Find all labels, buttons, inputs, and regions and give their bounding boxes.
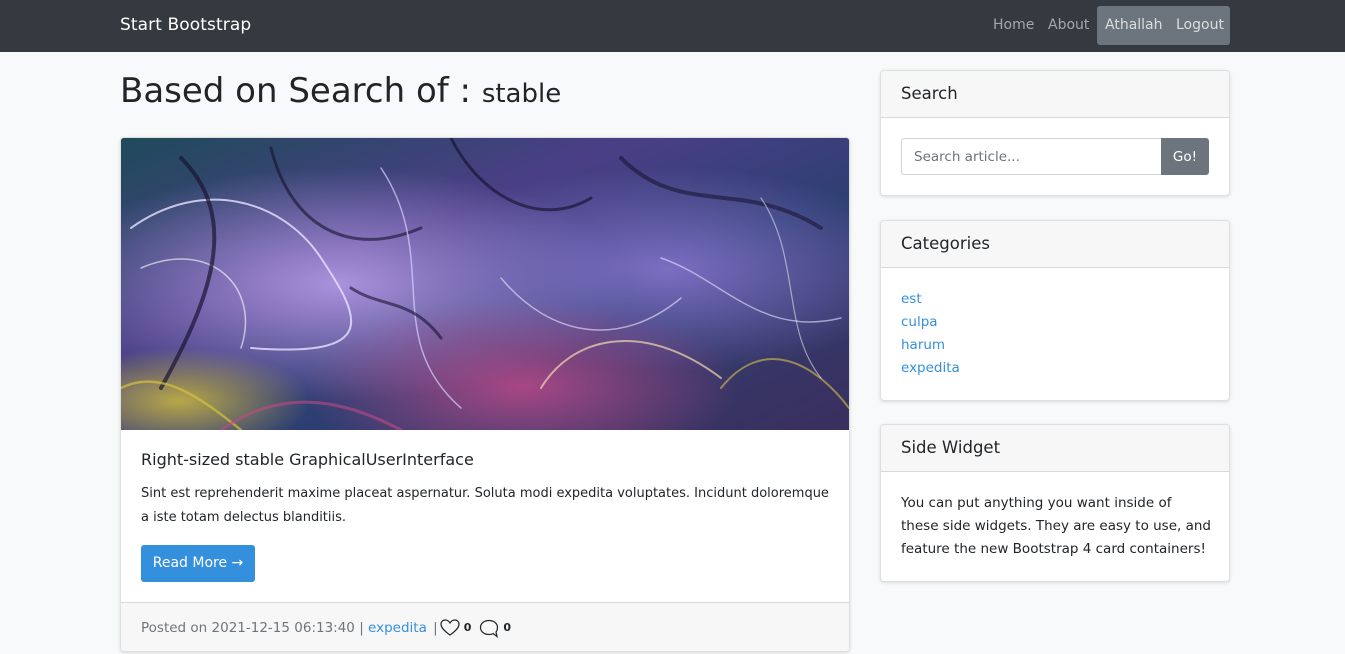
search-go-button[interactable]: Go! [1161,138,1209,175]
page-title-prefix: Based on Search of : [120,71,482,111]
post-title[interactable]: Right-sized stable GraphicalUserInterfac… [141,449,474,471]
posted-date: Posted on 2021-12-15 06:13:40 | [141,620,364,636]
list-item: harum [901,334,960,357]
nav-logout[interactable]: Logout [1176,7,1224,44]
side-widget-header: Side Widget [881,425,1229,472]
nav-about[interactable]: About [1048,7,1089,44]
post-footer: Posted on 2021-12-15 06:13:40 | expedita… [121,602,849,651]
read-more-button[interactable]: Read More → [141,545,255,582]
list-item: expedita [901,357,960,380]
top-navbar: Start Bootstrap Home About Athallah Logo… [0,0,1345,52]
heart-outline-icon[interactable] [440,618,460,638]
post-card: Right-sized stable GraphicalUserInterfac… [120,137,850,652]
category-list: est culpa harum expedita [901,288,960,380]
post-image[interactable] [121,138,849,430]
meta-separator: | [433,620,438,636]
search-card: Search Go! [880,70,1230,196]
likes-count: 0 [463,621,472,634]
list-item: est [901,288,960,311]
search-card-title: Search [901,84,958,103]
search-query: stable [481,79,562,109]
side-widget-card: Side Widget You can put anything you wan… [880,424,1230,582]
search-input[interactable] [901,138,1162,175]
categories-card-title: Categories [901,234,990,253]
category-link-culpa[interactable]: culpa [901,314,938,330]
post-excerpt: Sint est reprehenderit maxime placeat as… [141,486,829,525]
list-item: culpa [901,311,960,334]
speech-bubble-icon[interactable] [479,618,499,638]
comments-count: 0 [503,621,512,634]
brand-link[interactable]: Start Bootstrap [120,14,251,36]
search-card-header: Search [881,71,1229,118]
post-meta: Posted on 2021-12-15 06:13:40 | expedita… [141,618,519,638]
categories-card-header: Categories [881,221,1229,268]
side-widget-title: Side Widget [901,438,1001,457]
category-link-expedita[interactable]: expedita [901,360,960,376]
category-link-est[interactable]: est [901,291,922,307]
category-link-harum[interactable]: harum [901,337,945,353]
author-link[interactable]: expedita [368,618,427,638]
nav-user-athallah[interactable]: Athallah [1105,7,1163,44]
nav-home[interactable]: Home [993,7,1034,44]
side-widget-text: You can put anything you want inside of … [901,495,1212,557]
page-title: Based on Search of : stable [120,70,561,115]
categories-card: Categories est culpa harum expedita [880,220,1230,401]
